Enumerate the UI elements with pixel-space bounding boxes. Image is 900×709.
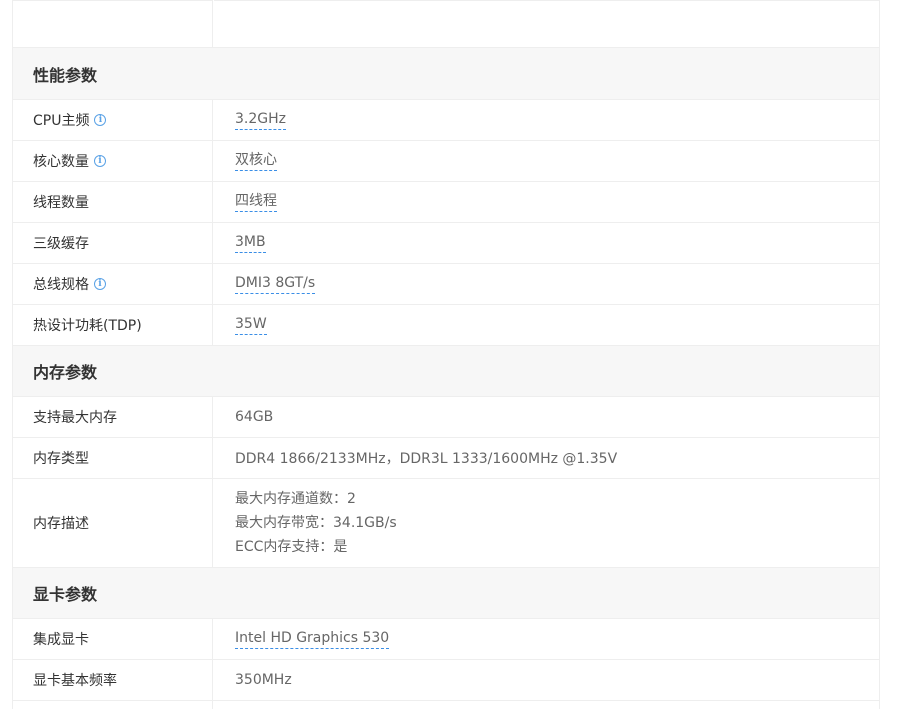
spec-value-line: ECC内存支持：是 xyxy=(235,539,348,555)
spec-label-text: 内存描述 xyxy=(33,516,89,532)
section-header-performance: 性能参数 xyxy=(13,48,879,100)
spec-value-cpu-frequency: 3.2GHz xyxy=(214,100,879,140)
info-circle-icon[interactable]: i xyxy=(94,278,106,290)
spec-value-lines: 最大内存通道数：2 最大内存带宽：34.1GB/s ECC内存支持：是 xyxy=(235,490,397,556)
spec-row-max-memory: 支持最大内存 64GB xyxy=(13,397,879,438)
spec-value-memory-description: 最大内存通道数：2 最大内存带宽：34.1GB/s ECC内存支持：是 xyxy=(214,479,879,567)
spec-label-memory-description: 内存描述 xyxy=(13,479,213,567)
spec-label-thread-count: 线程数量 xyxy=(13,182,213,222)
spec-label-text: CPU主频 xyxy=(33,113,90,129)
spec-value-bus: DMI3 8GT/s xyxy=(214,264,879,304)
spec-label-text: 核心数量 xyxy=(33,154,89,170)
spec-label-graphics-base-frequency: 显卡基本频率 xyxy=(13,660,213,700)
spec-label-empty xyxy=(13,0,213,47)
spec-value-link[interactable]: 3MB xyxy=(235,233,266,253)
spec-value-core-count: 双核心 xyxy=(214,141,879,181)
spec-row-integrated-graphics: 集成显卡 Intel HD Graphics 530 xyxy=(13,619,879,660)
spec-value-empty xyxy=(214,0,879,47)
section-header-memory: 内存参数 xyxy=(13,346,879,397)
spec-value-graphics-base-frequency: 350MHz xyxy=(214,660,879,700)
spec-row-graphics-base-frequency: 显卡基本频率 350MHz xyxy=(13,660,879,701)
spec-value-integrated-graphics: Intel HD Graphics 530 xyxy=(214,619,879,659)
spec-label-max-memory: 支持最大内存 xyxy=(13,397,213,437)
spec-label-integrated-graphics: 集成显卡 xyxy=(13,619,213,659)
spec-label-text: 内存类型 xyxy=(33,451,89,467)
info-circle-icon[interactable]: i xyxy=(94,155,106,167)
spec-value-memory-type: DDR4 1866/2133MHz，DDR3L 1333/1600MHz @1.… xyxy=(214,438,879,478)
spec-label-bus: 总线规格 i xyxy=(13,264,213,304)
spec-row-l3-cache: 三级缓存 3MB xyxy=(13,223,879,264)
spec-label-memory-type: 内存类型 xyxy=(13,438,213,478)
spec-value-link[interactable]: DMI3 8GT/s xyxy=(235,274,316,294)
spec-label-text: 显卡基本频率 xyxy=(33,673,117,689)
spec-value-max-memory: 64GB xyxy=(214,397,879,437)
spec-table: 性能参数 CPU主频 i 3.2GHz 核心数量 i 双核心 线程数量 四线程 … xyxy=(12,0,880,709)
spec-label-text: 集成显卡 xyxy=(33,632,89,648)
spec-value-line: 最大内存通道数：2 xyxy=(235,491,356,507)
spec-label-l3-cache: 三级缓存 xyxy=(13,223,213,263)
spec-label-text: 线程数量 xyxy=(33,195,89,211)
spec-value-line: 最大内存带宽：34.1GB/s xyxy=(235,515,397,531)
spec-label-text: 热设计功耗(TDP) xyxy=(33,318,142,334)
spec-value-link[interactable]: 双核心 xyxy=(235,151,277,171)
spec-row-core-count: 核心数量 i 双核心 xyxy=(13,141,879,182)
spec-row-cpu-frequency: CPU主频 i 3.2GHz xyxy=(13,100,879,141)
info-circle-icon[interactable]: i xyxy=(94,114,107,126)
spec-value-link[interactable]: Intel HD Graphics 530 xyxy=(235,629,390,649)
spec-value-text: 64GB xyxy=(235,409,274,425)
spec-row-empty xyxy=(13,0,879,48)
spec-row-memory-description: 内存描述 最大内存通道数：2 最大内存带宽：34.1GB/s ECC内存支持：是 xyxy=(13,479,879,568)
spec-row-tdp: 热设计功耗(TDP) 35W xyxy=(13,305,879,346)
spec-value-partial xyxy=(214,701,879,709)
spec-value-l3-cache: 3MB xyxy=(214,223,879,263)
spec-row-partial xyxy=(13,701,879,709)
spec-row-memory-type: 内存类型 DDR4 1866/2133MHz，DDR3L 1333/1600MH… xyxy=(13,438,879,479)
spec-label-text: 三级缓存 xyxy=(33,236,89,252)
spec-label-core-count: 核心数量 i xyxy=(13,141,213,181)
spec-row-bus: 总线规格 i DMI3 8GT/s xyxy=(13,264,879,305)
spec-label-partial xyxy=(13,701,213,709)
spec-label-cpu-frequency: CPU主频 i xyxy=(13,100,213,140)
spec-value-link[interactable]: 四线程 xyxy=(235,192,277,212)
spec-value-link[interactable]: 35W xyxy=(235,315,267,335)
spec-value-text: DDR4 1866/2133MHz，DDR3L 1333/1600MHz @1.… xyxy=(235,451,618,467)
spec-label-text: 总线规格 xyxy=(33,277,89,293)
spec-value-thread-count: 四线程 xyxy=(214,182,879,222)
spec-label-text: 支持最大内存 xyxy=(33,410,117,426)
spec-label-tdp: 热设计功耗(TDP) xyxy=(13,305,213,345)
spec-value-link[interactable]: 3.2GHz xyxy=(235,110,286,130)
spec-value-tdp: 35W xyxy=(214,305,879,345)
section-header-graphics: 显卡参数 xyxy=(13,568,879,619)
spec-row-thread-count: 线程数量 四线程 xyxy=(13,182,879,223)
spec-value-text: 350MHz xyxy=(235,672,292,688)
